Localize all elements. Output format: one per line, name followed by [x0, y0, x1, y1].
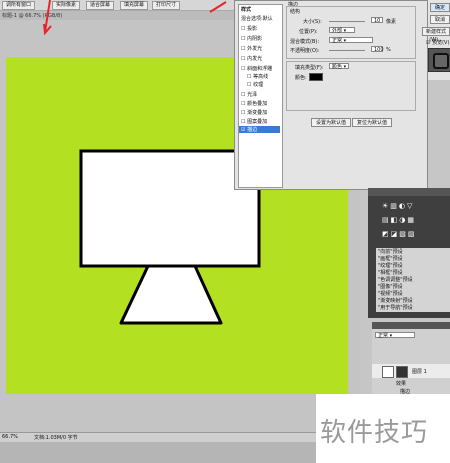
zoom-level[interactable]: 66.7%: [2, 434, 18, 440]
adjustment-icons-row-3[interactable]: ◩◪▧▨: [382, 230, 444, 238]
monitor-stand-shape: [119, 264, 223, 325]
preview-label: 预览(V): [432, 40, 450, 46]
blend-mode-label: 混合模式(B):: [290, 39, 320, 45]
structure-title: 结构: [290, 9, 301, 15]
position-select[interactable]: 外部 ▾: [329, 27, 355, 34]
presets-list: "向前"预设 "画框"预设 "纹理"预设 "相框"预设 "色调调整"预设 "图像…: [376, 248, 450, 312]
blend-options-item[interactable]: 混合选项:默认: [241, 15, 273, 22]
list-item[interactable]: "纹理"预设: [378, 263, 446, 270]
list-item[interactable]: "向前"预设: [378, 249, 446, 256]
effects-label: 效果: [396, 381, 407, 387]
style-list: 样式 混合选项:默认 ☐ 投影 ☐ 内阴影 ☐ 外发光 ☐ 内发光 ☐ 斜面和浮…: [238, 4, 283, 188]
size-unit: 像素: [386, 19, 397, 25]
position-label: 位置(P):: [299, 29, 318, 35]
new-style-button[interactable]: 新建样式(W)...: [422, 27, 450, 43]
timeline-strip: [0, 442, 316, 463]
opacity-label: 不透明度(O):: [290, 48, 320, 54]
document-info: 文档:1.03M/0 字节: [34, 435, 78, 441]
style-item-inner-glow[interactable]: ☐ 内发光: [241, 55, 262, 62]
watermark-text: 软件技巧: [320, 418, 429, 448]
style-item-outer-glow[interactable]: ☐ 外发光: [241, 45, 262, 52]
style-item-pattern-overlay[interactable]: ☐ 图案叠加: [241, 118, 267, 125]
style-item-color-overlay[interactable]: ☐ 颜色叠加: [241, 100, 267, 107]
set-default-button[interactable]: 设置为默认值: [311, 118, 351, 127]
layer-blend-mode-select[interactable]: 正常 ▾: [375, 332, 415, 339]
watermark: 软件技巧: [316, 394, 450, 463]
opacity-slider[interactable]: [329, 50, 365, 51]
monitor-screen-shape: [79, 149, 261, 268]
dialog-button-column: 确定 取消 新建样式(W)... ☑ 预览(V): [422, 0, 450, 80]
style-item-stroke[interactable]: ☑ 描边: [239, 126, 280, 133]
ok-button[interactable]: 确定: [430, 3, 450, 12]
size-slider[interactable]: [329, 21, 365, 22]
styles-header[interactable]: 样式: [241, 6, 251, 13]
list-item[interactable]: "图像"预设: [378, 284, 446, 291]
layer-mask-thumbnail: [396, 366, 408, 378]
opacity-unit: %: [386, 47, 391, 53]
list-item[interactable]: "视频"预设: [378, 291, 446, 298]
stroke-color-swatch[interactable]: [309, 73, 323, 81]
style-item-gradient-overlay[interactable]: ☐ 渐变叠加: [241, 109, 267, 116]
list-item[interactable]: "色调调整"预设: [378, 277, 446, 284]
fill-type-label: 填充类型(F):: [295, 65, 324, 71]
style-item-drop-shadow[interactable]: ☐ 投影: [241, 25, 257, 32]
style-item-inner-shadow[interactable]: ☐ 内阴影: [241, 35, 262, 42]
blend-mode-select[interactable]: 正常 ▾: [329, 37, 373, 44]
list-item[interactable]: "画框"预设: [378, 256, 446, 263]
style-item-bevel-emboss[interactable]: ☐ 斜面和浮雕: [241, 65, 272, 72]
cancel-button[interactable]: 取消: [430, 15, 450, 24]
adjustment-icons-row-1[interactable]: ☀▥◐▽: [382, 202, 444, 210]
fill-type-group: 填充类型(F): 颜色 ▾ 颜色:: [286, 61, 416, 111]
style-item-contour[interactable]: ☐ 等高线: [247, 73, 268, 80]
red-arrow-top: [209, 1, 227, 13]
size-label: 大小(S):: [303, 19, 322, 25]
preview-checkbox[interactable]: ☑ 预览(V): [426, 39, 449, 46]
adjustment-icons-row-2[interactable]: ▤◧◑▦: [382, 216, 444, 224]
list-item[interactable]: "渐变映射"预设: [378, 298, 446, 305]
opacity-input[interactable]: 100: [371, 46, 384, 53]
list-item[interactable]: "用于导航"预设: [378, 305, 446, 312]
reset-default-button[interactable]: 复位为默认值: [352, 118, 392, 127]
layer-name: 图层 1: [412, 369, 427, 375]
fill-type-select[interactable]: 颜色 ▾: [329, 63, 349, 70]
size-input[interactable]: 10: [371, 17, 383, 24]
layer-thumbnail: [382, 366, 394, 378]
stroke-structure-group: 结构 大小(S): 10 像素 位置(P): 外部 ▾ 混合模式(B): 正常 …: [286, 6, 416, 59]
layer-row[interactable]: 图层 1: [372, 364, 450, 378]
color-label: 颜色:: [295, 75, 307, 81]
style-item-satin[interactable]: ☐ 光泽: [241, 91, 257, 98]
style-preview-thumbnail: [428, 48, 450, 72]
layers-panel: 正常 ▾ 图层 1 效果 描边: [372, 322, 450, 402]
panel-tabs[interactable]: [368, 188, 450, 196]
list-item[interactable]: "相框"预设: [378, 270, 446, 277]
layers-panel-tabs[interactable]: [372, 322, 450, 329]
style-item-texture[interactable]: ☐ 纹理: [247, 81, 263, 88]
